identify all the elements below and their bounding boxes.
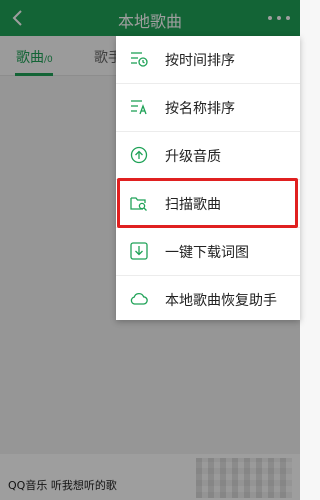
menu-item-sort-by-name[interactable]: 按名称排序 xyxy=(116,84,300,131)
menu-label: 升级音质 xyxy=(165,149,221,165)
menu-item-upgrade-quality[interactable]: 升级音质 xyxy=(116,132,300,179)
cloud-restore-icon xyxy=(130,293,148,305)
menu-label: 按名称排序 xyxy=(165,101,235,117)
menu-item-local-restore[interactable]: 本地歌曲恢复助手 xyxy=(116,276,300,323)
menu-item-download-lyrics[interactable]: 一键下载词图 xyxy=(116,228,300,275)
highlight-annotation xyxy=(117,178,298,228)
menu-label: 本地歌曲恢复助手 xyxy=(165,293,277,309)
sort-by-time-icon xyxy=(131,52,148,67)
menu-item-sort-by-time[interactable]: 按时间排序 xyxy=(116,36,300,83)
menu-label: 按时间排序 xyxy=(165,53,235,69)
download-lyrics-icon xyxy=(130,242,148,260)
sort-by-name-icon xyxy=(131,100,147,115)
upgrade-quality-icon xyxy=(130,146,148,164)
menu-label: 一键下载词图 xyxy=(165,245,249,261)
